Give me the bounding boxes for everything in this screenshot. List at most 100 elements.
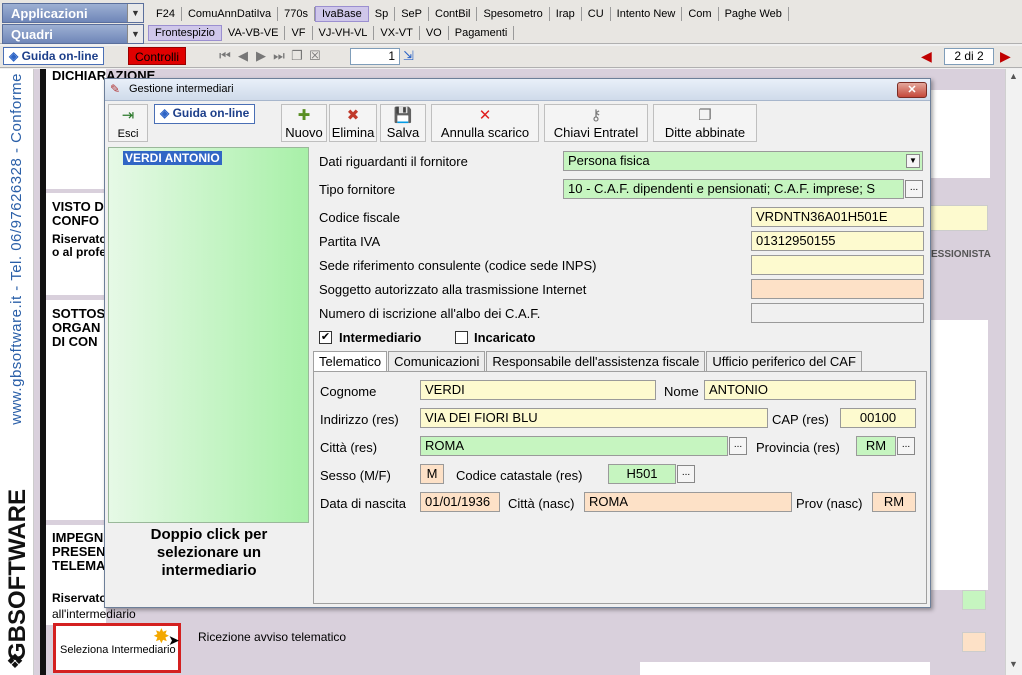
- menu-row-modules: F24 ComuAnnDatiIva 770s IvaBase Sp SeP C…: [150, 5, 789, 23]
- section-sottoscrizione: SOTTOS ORGAN DI CON: [46, 300, 106, 520]
- tab-comunicazioni[interactable]: Comunicazioni: [388, 351, 486, 371]
- delete-page-icon[interactable]: ☒: [306, 48, 324, 64]
- cognome-field[interactable]: VERDI: [420, 380, 656, 400]
- menu-item-vx-vt[interactable]: VX-VT: [374, 26, 420, 40]
- menu-item-vo[interactable]: VO: [420, 26, 449, 40]
- soggetto-autorizzato-field[interactable]: [751, 279, 924, 299]
- menu-item-cu[interactable]: CU: [582, 7, 611, 21]
- chevron-down-icon[interactable]: ▼: [127, 4, 143, 22]
- guida-online-button[interactable]: ◈ Guida on-line: [3, 47, 105, 65]
- list-hint: Doppio click per selezionare un intermed…: [150, 526, 268, 579]
- menu-item-intento-new[interactable]: Intento New: [611, 7, 683, 21]
- nuovo-button[interactable]: ✚ Nuovo: [281, 104, 327, 142]
- esci-label: Esci: [117, 128, 139, 140]
- professionista-label: ESSIONISTA: [931, 249, 991, 260]
- partita-iva-field[interactable]: 01312950155: [751, 231, 924, 251]
- dialog-titlebar[interactable]: ✎ Gestione intermediari ✕: [105, 79, 930, 101]
- menu-item-vj-vh-vl[interactable]: VJ-VH-VL: [313, 26, 375, 40]
- controlli-button[interactable]: Controlli: [128, 47, 187, 65]
- menu-item-contbil[interactable]: ContBil: [429, 7, 478, 21]
- dialog-title: Gestione intermediari: [129, 83, 234, 95]
- goto-page-icon[interactable]: ⇲: [403, 48, 414, 64]
- annulla-scarico-button[interactable]: ✕ Annulla scarico: [431, 104, 539, 142]
- citta-res-picker-button[interactable]: ...: [729, 437, 747, 455]
- numero-albo-field[interactable]: [751, 303, 924, 323]
- menu-item-sep[interactable]: SeP: [395, 7, 429, 21]
- tipo-fornitore-picker-button[interactable]: ...: [905, 180, 923, 198]
- applicazioni-combo[interactable]: Applicazioni ▼: [2, 3, 144, 23]
- prev-doc-icon[interactable]: ◀: [921, 48, 932, 65]
- data-nascita-field[interactable]: 01/01/1936: [420, 492, 500, 512]
- gb-logo: GBSOFTWARE: [4, 489, 31, 661]
- dati-fornitore-select[interactable]: Persona fisica ▼: [563, 151, 923, 171]
- quadri-combo[interactable]: Quadri ▼: [2, 24, 144, 44]
- tab-ufficio-periferico[interactable]: Ufficio periferico del CAF: [706, 351, 862, 371]
- menu-item-com[interactable]: Com: [682, 7, 719, 21]
- menu-item-ivabase[interactable]: IvaBase: [314, 6, 369, 22]
- codice-catastale-picker-button[interactable]: ...: [677, 465, 695, 483]
- visto-field[interactable]: [930, 205, 988, 231]
- menu-item-f24[interactable]: F24: [150, 7, 182, 21]
- menu-item-va-vb-ve[interactable]: VA-VB-VE: [222, 26, 286, 40]
- first-page-icon[interactable]: ⏮: [216, 48, 234, 64]
- menu-item-770s[interactable]: 770s: [278, 7, 315, 21]
- ditte-abbinate-button[interactable]: ❐ Ditte abbinate: [653, 104, 757, 142]
- prov-nascita-field[interactable]: RM: [872, 492, 916, 512]
- tab-telematico[interactable]: Telematico: [313, 351, 388, 372]
- citta-nascita-field[interactable]: ROMA: [584, 492, 792, 512]
- section-visto: VISTO D CONFO Riservato o al profe: [46, 193, 107, 295]
- menu-item-vf[interactable]: VF: [285, 26, 313, 40]
- intermediario-checkbox[interactable]: ✔: [319, 331, 332, 344]
- sede-inps-field[interactable]: [751, 255, 924, 275]
- menu-item-sp[interactable]: Sp: [369, 7, 396, 21]
- impegno-green-field[interactable]: [962, 590, 986, 610]
- codice-fiscale-field[interactable]: VRDNTN36A01H501E: [751, 207, 924, 227]
- list-item[interactable]: VERDI ANTONIO: [123, 151, 222, 165]
- menu-item-irap[interactable]: Irap: [550, 7, 582, 21]
- prev-page-icon[interactable]: ◀: [234, 48, 252, 64]
- chevron-down-icon[interactable]: ▼: [127, 25, 143, 43]
- chevron-down-icon[interactable]: ▼: [906, 154, 920, 168]
- elimina-button[interactable]: ✖ Elimina: [329, 104, 377, 142]
- menu-item-pagamenti[interactable]: Pagamenti: [449, 26, 515, 40]
- provincia-res-label: Provincia (res): [756, 440, 840, 455]
- next-page-icon[interactable]: ▶: [252, 48, 270, 64]
- scroll-down-icon[interactable]: ▼: [1009, 659, 1018, 669]
- close-icon: ✕: [907, 84, 917, 96]
- nome-field[interactable]: ANTONIO: [704, 380, 916, 400]
- menu-row-quadri: Frontespizio VA-VB-VE VF VJ-VH-VL VX-VT …: [148, 24, 515, 42]
- scroll-up-icon[interactable]: ▲: [1009, 71, 1018, 81]
- menu-item-comuanndatiiva[interactable]: ComuAnnDatiIva: [182, 7, 279, 21]
- provincia-res-field[interactable]: RM: [856, 436, 896, 456]
- exit-icon: ⇥: [121, 107, 135, 124]
- page-number-input[interactable]: 1: [350, 48, 400, 65]
- dialog-guida-button[interactable]: ◈ Guida on-line: [154, 104, 256, 124]
- cap-field[interactable]: 00100: [840, 408, 916, 428]
- codice-catastale-field[interactable]: H501: [608, 464, 676, 484]
- sesso-field[interactable]: M: [420, 464, 444, 484]
- prov-nascita-label: Prov (nasc): [796, 496, 863, 511]
- copy-page-icon[interactable]: ❐: [288, 48, 306, 64]
- nuovo-label: Nuovo: [285, 125, 323, 140]
- salva-button[interactable]: 💾 Salva: [380, 104, 426, 142]
- citta-res-field[interactable]: ROMA: [420, 436, 728, 456]
- impegno-title-1: IMPEGN: [52, 530, 104, 545]
- vertical-scrollbar[interactable]: ▲ ▼: [1005, 69, 1022, 675]
- close-button[interactable]: ✕: [897, 82, 927, 98]
- indirizzo-field[interactable]: VIA DEI FIORI BLU: [420, 408, 768, 428]
- visto-title-2: CONFO: [52, 213, 99, 228]
- tipo-fornitore-field[interactable]: 10 - C.A.F. dipendenti e pensionati; C.A…: [563, 179, 904, 199]
- next-doc-icon[interactable]: ▶: [1000, 48, 1011, 65]
- menu-item-paghe-web[interactable]: Paghe Web: [719, 7, 789, 21]
- guida-icon: ◈: [9, 49, 19, 63]
- menu-item-spesometro[interactable]: Spesometro: [477, 7, 550, 21]
- last-page-icon[interactable]: ⏭: [270, 48, 288, 64]
- provincia-res-picker-button[interactable]: ...: [897, 437, 915, 455]
- tab-responsabile[interactable]: Responsabile dell'assistenza fiscale: [486, 351, 706, 371]
- ricezione-field[interactable]: [962, 632, 986, 652]
- menu-item-frontespizio[interactable]: Frontespizio: [148, 25, 222, 41]
- chiavi-entratel-button[interactable]: ⚷ Chiavi Entratel: [544, 104, 648, 142]
- intermediari-list[interactable]: VERDI ANTONIO: [108, 147, 309, 523]
- esci-button[interactable]: ⇥ Esci: [108, 104, 148, 142]
- incaricato-checkbox[interactable]: [455, 331, 468, 344]
